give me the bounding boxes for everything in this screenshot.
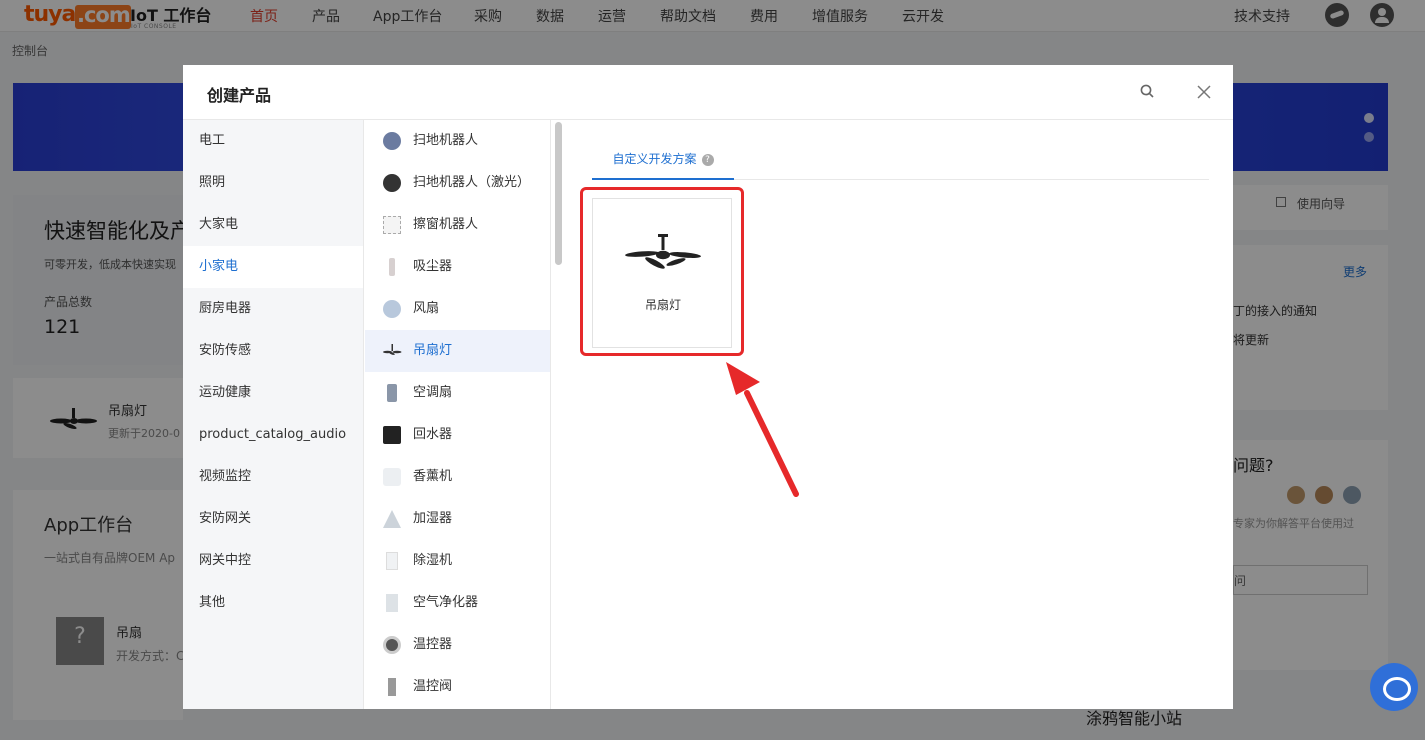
thermo-valve-icon (388, 678, 396, 696)
category-item[interactable]: product_catalog_audio (183, 414, 363, 456)
category-item[interactable]: 网关中控 (183, 540, 363, 582)
subcategory-item[interactable]: 回水器 (365, 414, 550, 456)
subcategory-label: 回水器 (413, 427, 453, 442)
subcategory-item[interactable]: 风扇 (365, 288, 550, 330)
window-robot-icon (383, 216, 401, 234)
subcategory-item[interactable]: 扫地机器人（激光） (365, 162, 550, 204)
vacuum-icon (389, 258, 395, 276)
category-item[interactable]: 安防网关 (183, 498, 363, 540)
water-return-icon (383, 426, 401, 444)
tab-custom-solution[interactable]: 自定义开发方案? (592, 120, 734, 180)
modal-title: 创建产品 (207, 86, 272, 105)
subcategory-label: 温控阀 (413, 679, 453, 694)
subcategory-label: 除湿机 (413, 553, 453, 568)
thermostat-icon (383, 636, 401, 654)
subcategory-item[interactable]: 香薰机 (365, 456, 550, 498)
search-icon[interactable] (1140, 84, 1154, 98)
subcategory-label: 吊扇灯 (413, 343, 453, 358)
subcategory-scrollbar[interactable] (555, 122, 562, 265)
subcategory-label: 加湿器 (413, 511, 453, 526)
air-cooler-icon (387, 384, 397, 402)
subcategory-item[interactable]: 加湿器 (365, 498, 550, 540)
arrow-annotation (726, 362, 799, 497)
category-item[interactable]: 其他 (183, 582, 363, 624)
category-item-selected[interactable]: 小家电 (183, 246, 363, 288)
subcategory-list: 扫地机器人 扫地机器人（激光） 擦窗机器人 吸尘器 风扇 吊扇灯 空调扇 回水器… (365, 120, 551, 709)
subcategory-label: 吸尘器 (413, 259, 453, 274)
subcategory-item[interactable]: 吸尘器 (365, 246, 550, 288)
aroma-icon (383, 468, 401, 486)
create-product-modal: 创建产品 电工 照明 大家电 小家电 厨房电器 安防传感 运动健康 produc… (183, 65, 1233, 709)
modal-header: 创建产品 (183, 65, 1233, 120)
category-item[interactable]: 运动健康 (183, 372, 363, 414)
category-item[interactable]: 厨房电器 (183, 288, 363, 330)
subcategory-item[interactable]: 空气净化器 (365, 582, 550, 624)
category-item[interactable]: 大家电 (183, 204, 363, 246)
subcategory-item[interactable]: 温控阀 (365, 666, 550, 708)
humidifier-icon (383, 510, 401, 528)
robot-vacuum-icon (383, 132, 401, 150)
subcategory-item[interactable]: 扫地机器人 (365, 120, 550, 162)
subcategory-item[interactable]: 空调扇 (365, 372, 550, 414)
category-item[interactable]: 电工 (183, 120, 363, 162)
category-item[interactable]: 安防传感 (183, 330, 363, 372)
category-list: 电工 照明 大家电 小家电 厨房电器 安防传感 运动健康 product_cat… (183, 120, 364, 709)
subcategory-item[interactable]: 擦窗机器人 (365, 204, 550, 246)
ceiling-fan-icon (383, 344, 402, 355)
subcategory-label: 风扇 (413, 301, 440, 316)
tab-label: 自定义开发方案 (612, 152, 697, 166)
subcategory-label: 擦窗机器人 (413, 217, 479, 232)
category-item[interactable]: 照明 (183, 162, 363, 204)
close-icon[interactable] (1195, 83, 1213, 101)
dehumidifier-icon (386, 552, 398, 570)
highlight-box (580, 187, 744, 356)
chat-support-icon[interactable] (1370, 663, 1418, 711)
solution-tabs: 自定义开发方案? (592, 120, 1209, 180)
subcategory-item[interactable]: 除湿机 (365, 540, 550, 582)
subcategory-label: 空调扇 (413, 385, 453, 400)
subcategory-label: 香薰机 (413, 469, 453, 484)
laser-robot-icon (383, 174, 401, 192)
subcategory-item[interactable]: 温控器 (365, 624, 550, 666)
purifier-icon (386, 594, 398, 612)
help-icon[interactable]: ? (701, 153, 714, 166)
subcategory-label: 扫地机器人 (413, 133, 479, 148)
subcategory-item-selected[interactable]: 吊扇灯 (365, 330, 550, 372)
category-item[interactable]: 视频监控 (183, 456, 363, 498)
fan-icon (383, 300, 401, 318)
subcategory-label: 空气净化器 (413, 595, 479, 610)
subcategory-label: 温控器 (413, 637, 453, 652)
subcategory-label: 扫地机器人（激光） (413, 175, 531, 190)
